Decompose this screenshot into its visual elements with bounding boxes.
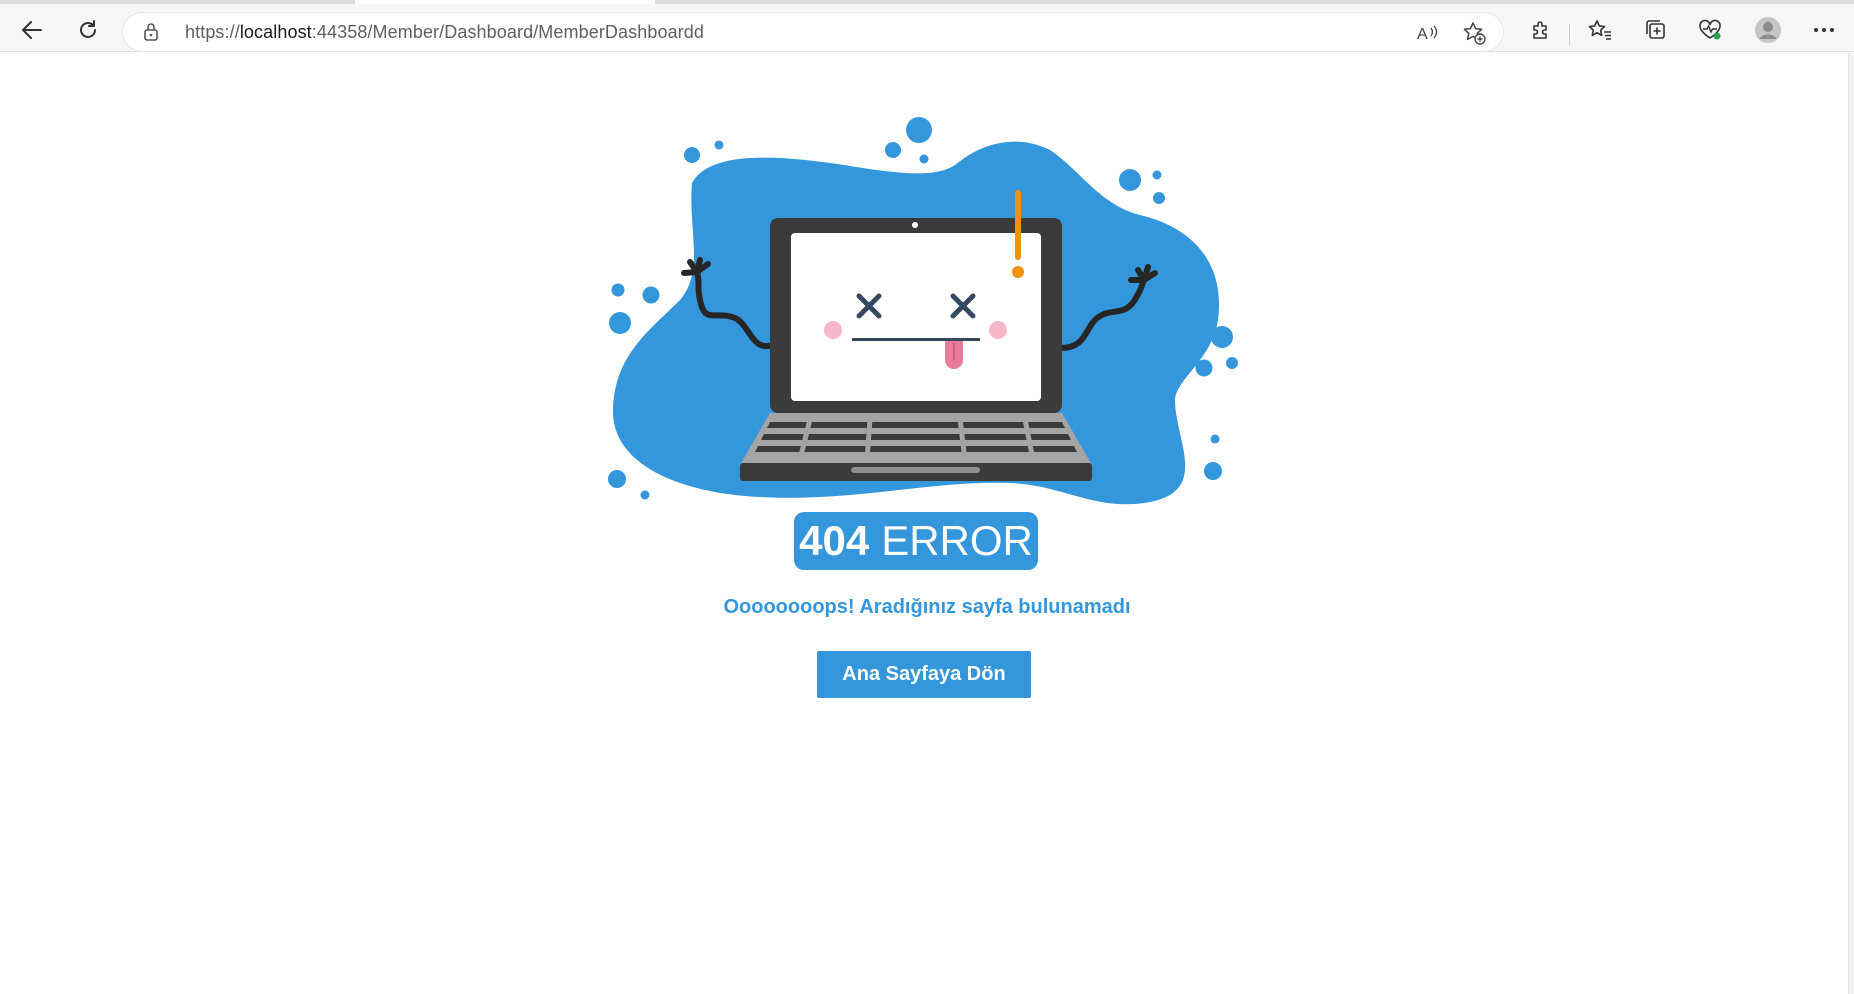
- error-badge: 404 ERROR: [794, 512, 1038, 570]
- broken-laptop-illustration: [608, 117, 1238, 505]
- error-code: 404: [799, 517, 870, 564]
- laptop: [740, 218, 1092, 481]
- error-message: Oooooooops! Aradığınız sayfa bulunamadı: [723, 596, 1131, 618]
- home-button[interactable]: Ana Sayfaya Dön: [817, 651, 1031, 698]
- error-label: ERROR: [881, 517, 1033, 564]
